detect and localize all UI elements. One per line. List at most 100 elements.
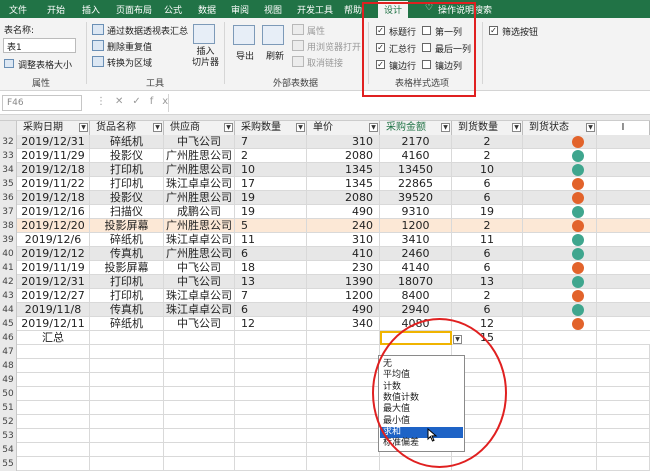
empty-cell[interactable] <box>17 415 90 429</box>
unlink-button[interactable]: 取消链接 <box>307 56 343 69</box>
tab-data[interactable]: 数据 <box>198 3 216 16</box>
cell-date[interactable]: 2019/11/22 <box>17 177 90 191</box>
row-number[interactable]: 45 <box>0 317 17 331</box>
empty-cell[interactable] <box>235 457 307 471</box>
cell-item[interactable]: 打印机 <box>90 275 164 289</box>
row-number[interactable]: 51 <box>0 401 17 415</box>
cell-price[interactable]: 1345 <box>307 177 380 191</box>
empty-cell[interactable] <box>235 401 307 415</box>
cell-price[interactable]: 340 <box>307 317 380 331</box>
empty-cell[interactable] <box>523 443 597 457</box>
empty-cell[interactable] <box>235 429 307 443</box>
cell-qty[interactable]: 10 <box>235 163 307 177</box>
empty-cell[interactable] <box>597 401 650 415</box>
empty-cell[interactable] <box>235 443 307 457</box>
row-number[interactable]: 52 <box>0 415 17 429</box>
name-box[interactable]: F46 <box>2 95 82 111</box>
empty-cell[interactable] <box>523 387 597 401</box>
row-number[interactable]: 35 <box>0 177 17 191</box>
cell-date[interactable]: 2019/12/27 <box>17 289 90 303</box>
cell-supplier[interactable]: 珠江卓卓公司 <box>164 177 235 191</box>
cell-supplier[interactable]: 广州胜思公司 <box>164 163 235 177</box>
insert-slicer-button[interactable]: 插入 切片器 <box>192 47 219 69</box>
cell-price[interactable]: 1390 <box>307 275 380 289</box>
cell-qty[interactable]: 6 <box>235 247 307 261</box>
empty-cell[interactable] <box>90 345 164 359</box>
empty-cell[interactable] <box>597 457 650 471</box>
row-number[interactable]: 53 <box>0 429 17 443</box>
empty-cell[interactable] <box>164 443 235 457</box>
cell-date[interactable]: 2019/12/31 <box>17 275 90 289</box>
empty-cell[interactable] <box>597 443 650 457</box>
row-number[interactable]: 48 <box>0 359 17 373</box>
cell-supplier[interactable]: 广州胜思公司 <box>164 149 235 163</box>
empty-cell[interactable] <box>164 429 235 443</box>
total-cell[interactable] <box>90 331 164 345</box>
cell-price[interactable]: 230 <box>307 261 380 275</box>
cell-arrived[interactable]: 6 <box>452 303 523 317</box>
cell-amount[interactable]: 39520 <box>380 191 452 205</box>
tab-home[interactable]: 开始 <box>47 3 65 16</box>
empty-cell[interactable] <box>164 345 235 359</box>
row-number[interactable]: 43 <box>0 289 17 303</box>
row-number[interactable]: 44 <box>0 303 17 317</box>
filter-dropdown-icon[interactable]: ▼ <box>79 123 88 132</box>
empty-cell[interactable] <box>523 345 597 359</box>
empty-cell[interactable] <box>307 373 380 387</box>
cell-item[interactable]: 打印机 <box>90 177 164 191</box>
cell-amount[interactable]: 2940 <box>380 303 452 317</box>
cell-price[interactable]: 310 <box>307 233 380 247</box>
cell-arrived[interactable]: 13 <box>452 275 523 289</box>
cell-date[interactable]: 2019/12/12 <box>17 247 90 261</box>
cell-price[interactable]: 490 <box>307 205 380 219</box>
cell-price[interactable]: 490 <box>307 303 380 317</box>
filter-dropdown-icon[interactable]: ▼ <box>296 123 305 132</box>
cell-item[interactable]: 传真机 <box>90 247 164 261</box>
cell-qty[interactable]: 19 <box>235 191 307 205</box>
cell-price[interactable]: 1345 <box>307 163 380 177</box>
cell-qty[interactable]: 13 <box>235 275 307 289</box>
cell-qty[interactable]: 7 <box>235 135 307 149</box>
row-number[interactable]: 39 <box>0 233 17 247</box>
cancel-icon[interactable]: ✕ <box>115 96 132 107</box>
remove-duplicates-button[interactable]: 删除重复值 <box>107 40 152 53</box>
empty-cell[interactable] <box>17 373 90 387</box>
cell-status[interactable] <box>523 303 597 317</box>
empty-cell[interactable] <box>164 359 235 373</box>
cell-date[interactable]: 2019/12/18 <box>17 163 90 177</box>
row-number[interactable]: 36 <box>0 191 17 205</box>
cell-item[interactable]: 投影屏幕 <box>90 261 164 275</box>
cell-item[interactable]: 碎纸机 <box>90 317 164 331</box>
cell-price[interactable]: 410 <box>307 247 380 261</box>
cell-qty[interactable]: 19 <box>235 205 307 219</box>
column-header-cell[interactable]: 到货数量 ▼ <box>452 121 523 135</box>
empty-cell[interactable] <box>523 373 597 387</box>
cell-qty[interactable]: 17 <box>235 177 307 191</box>
open-browser-button[interactable]: 用浏览器打开 <box>307 40 361 53</box>
cell-supplier[interactable]: 中飞公司 <box>164 261 235 275</box>
filter-dropdown-icon[interactable]: ▼ <box>586 123 595 132</box>
cell-supplier[interactable]: 中飞公司 <box>164 275 235 289</box>
cell-date[interactable]: 2019/12/11 <box>17 317 90 331</box>
tab-review[interactable]: 审阅 <box>231 3 249 16</box>
empty-cell[interactable] <box>597 387 650 401</box>
cell-date[interactable]: 2019/12/31 <box>17 135 90 149</box>
cell-status[interactable] <box>523 289 597 303</box>
empty-cell[interactable] <box>597 359 650 373</box>
empty-cell[interactable] <box>523 415 597 429</box>
total-cell[interactable] <box>307 331 380 345</box>
cell-supplier[interactable]: 中飞公司 <box>164 135 235 149</box>
cell-amount[interactable]: 2460 <box>380 247 452 261</box>
cell-qty[interactable]: 11 <box>235 233 307 247</box>
empty-cell[interactable] <box>307 345 380 359</box>
cell-date[interactable]: 2019/12/6 <box>17 233 90 247</box>
cell-arrived[interactable]: 2 <box>452 135 523 149</box>
cell-amount[interactable]: 4160 <box>380 149 452 163</box>
cell-arrived[interactable]: 2 <box>452 149 523 163</box>
empty-cell[interactable] <box>597 345 650 359</box>
cell-arrived[interactable]: 6 <box>452 177 523 191</box>
filter-dropdown-icon[interactable]: ▼ <box>369 123 378 132</box>
filter-dropdown-icon[interactable]: ▼ <box>512 123 521 132</box>
empty-cell[interactable] <box>307 387 380 401</box>
cell-supplier[interactable]: 广州胜思公司 <box>164 191 235 205</box>
